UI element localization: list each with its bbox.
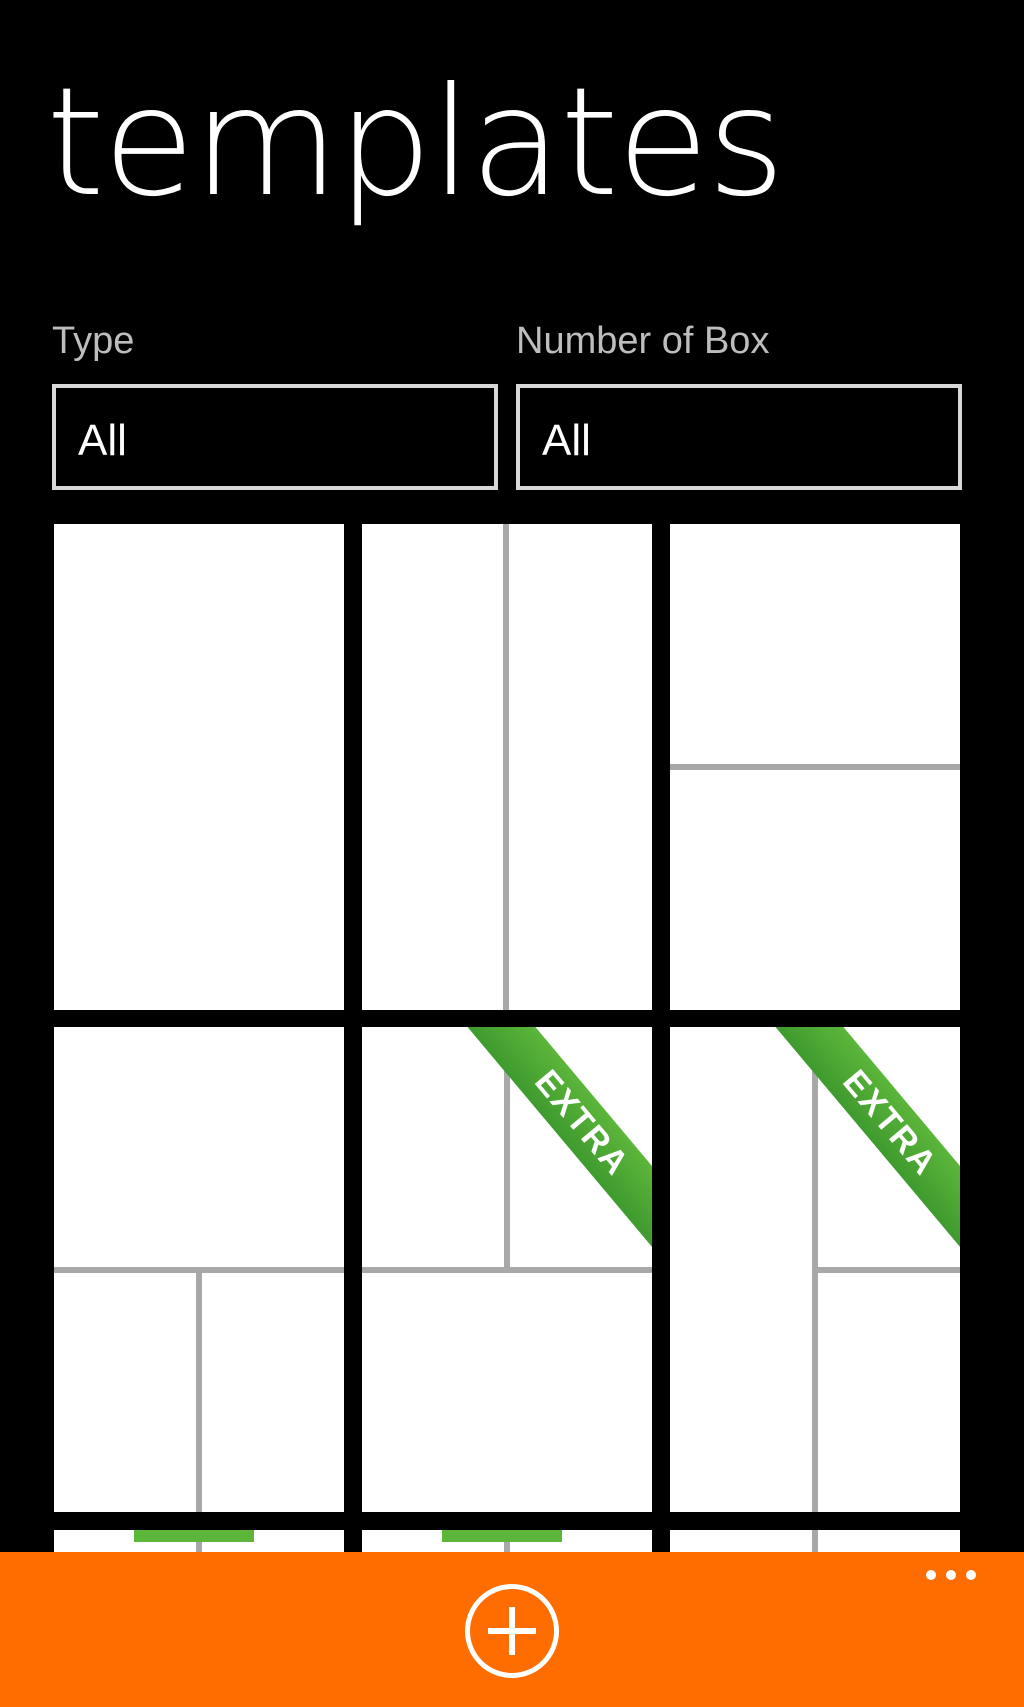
extra-badge-partial	[134, 1530, 254, 1542]
divider	[362, 1267, 652, 1273]
more-dots-icon[interactable]	[926, 1570, 976, 1580]
template-3-two-top-one-bottom[interactable]: EXTRA	[362, 1027, 652, 1512]
type-select-value: All	[78, 416, 127, 465]
extra-badge: EXTRA	[446, 1027, 652, 1278]
page-title: templates	[46, 56, 785, 230]
extra-badge: EXTRA	[754, 1027, 960, 1278]
template-3-top-two-bottom[interactable]	[54, 1027, 344, 1512]
app-bar	[0, 1552, 1024, 1707]
extra-badge-partial	[442, 1530, 562, 1542]
divider	[503, 524, 509, 1010]
template-1-box[interactable]	[54, 524, 344, 1010]
boxes-select-value: All	[542, 416, 591, 465]
divider	[196, 1273, 202, 1512]
type-label: Type	[52, 320, 135, 362]
add-circle-icon[interactable]	[465, 1584, 559, 1678]
boxes-select[interactable]: All	[516, 384, 962, 490]
template-2-rows[interactable]	[670, 524, 960, 1010]
template-2-columns[interactable]	[362, 524, 652, 1010]
boxes-label: Number of Box	[516, 320, 770, 362]
divider	[670, 764, 960, 770]
type-select[interactable]: All	[52, 384, 498, 490]
template-3-left-col-right-split[interactable]: EXTRA	[670, 1027, 960, 1512]
divider	[818, 1267, 960, 1273]
